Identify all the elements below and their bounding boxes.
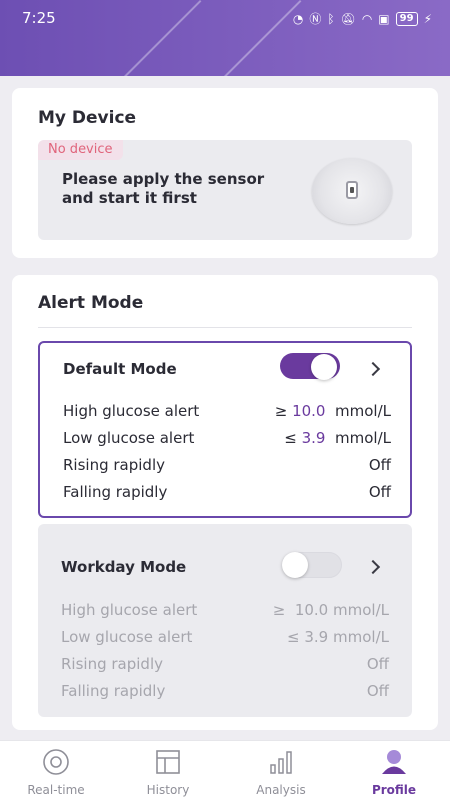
mute-icon: 🔕︎ (340, 11, 356, 26)
nav-item-analysis[interactable]: Analysis (225, 747, 337, 797)
row-unit: mmol/L (333, 628, 389, 646)
alert-row-rising: Rising rapidly Off (63, 456, 391, 476)
nav-label: Real-time (27, 783, 85, 797)
row-label: Low glucose alert (61, 628, 193, 646)
row-number: 10.0 (294, 601, 329, 619)
mode-toggle-workday[interactable] (282, 552, 342, 578)
row-value: ≤ 3.9 mmol/L (287, 628, 389, 646)
charging-icon: ⚡︎ (423, 11, 432, 26)
bluetooth-icon: ᛒ (327, 11, 335, 26)
row-label: High glucose alert (63, 402, 200, 420)
row-value: ≥ 10.0 mmol/L (273, 601, 389, 619)
row-unit: mmol/L (333, 601, 389, 619)
device-status-box[interactable]: No device Please apply the sensor and st… (38, 140, 412, 240)
nav-item-history[interactable]: History (112, 747, 224, 797)
row-operator: ≥ (272, 601, 286, 619)
profile-icon (382, 750, 406, 774)
row-operator: ≤ (287, 628, 300, 646)
status-time: 7:25 (22, 9, 56, 27)
realtime-icon (43, 749, 69, 775)
alert-row-falling: Falling rapidly Off (61, 682, 389, 702)
battery-indicator: 99 (395, 11, 418, 26)
row-value: ≥ 10.0 mmol/L (275, 402, 391, 420)
mode-card-default[interactable]: Default Mode High glucose alert ≥ 10.0 m… (38, 341, 412, 518)
nav-label: History (146, 783, 190, 797)
nav-label: Profile (371, 783, 417, 797)
alert-row-low: Low glucose alert ≤ 3.9 mmol/L (61, 628, 389, 648)
row-label: High glucose alert (61, 601, 198, 619)
row-label: Rising rapidly (61, 655, 163, 673)
nfc-icon: Ⓝ (309, 12, 322, 26)
row-number: 3.9 (301, 429, 326, 447)
alert-mode-card: Alert Mode Default Mode High glucose ale… (12, 275, 438, 730)
sensor-image (312, 158, 392, 224)
row-label: Rising rapidly (63, 456, 165, 474)
wifi-icon: ◠ (361, 11, 373, 26)
chevron-right-icon[interactable] (365, 361, 381, 377)
history-icon (156, 750, 180, 774)
alert-row-high: High glucose alert ≥ 10.0 mmol/L (63, 402, 391, 422)
status-icons: ◔ Ⓝ ᛒ 🔕︎ ◠ ▣ 99 ⚡︎ (293, 10, 432, 27)
mode-name: Workday Mode (61, 558, 187, 576)
row-unit: mmol/L (335, 402, 391, 420)
sensor-chip-graphic (346, 181, 358, 199)
mode-card-workday[interactable]: Workday Mode High glucose alert ≥ 10.0 m… (38, 524, 412, 717)
row-label: Falling rapidly (63, 483, 168, 501)
bottom-nav: Real-time History Analysis Profile (0, 740, 450, 800)
row-value: Off (368, 456, 391, 474)
alert-row-rising: Rising rapidly Off (61, 655, 389, 675)
row-value: Off (368, 483, 391, 501)
chevron-right-icon[interactable] (365, 559, 381, 575)
row-value: ≤ 3.9 mmol/L (284, 429, 391, 447)
toggle-knob (311, 354, 337, 380)
device-card-title: My Device (38, 108, 137, 128)
alert-icon: ▣ (378, 11, 390, 26)
row-value: Off (366, 655, 389, 673)
no-device-badge: No device (38, 140, 123, 160)
nav-item-profile[interactable]: Profile (338, 747, 450, 797)
row-number: 10.0 (292, 402, 326, 420)
divider (38, 327, 412, 328)
nav-item-realtime[interactable]: Real-time (0, 747, 112, 797)
row-operator: ≤ (284, 429, 297, 447)
status-bar: 7:25 ◔ Ⓝ ᛒ 🔕︎ ◠ ▣ 99 ⚡︎ (0, 0, 450, 36)
header-banner: 7:25 ◔ Ⓝ ᛒ 🔕︎ ◠ ▣ 99 ⚡︎ (0, 0, 450, 76)
row-operator: ≥ (274, 402, 288, 420)
alert-row-low: Low glucose alert ≤ 3.9 mmol/L (63, 429, 391, 449)
row-label: Low glucose alert (63, 429, 195, 447)
row-label: Falling rapidly (61, 682, 166, 700)
row-number: 3.9 (304, 628, 329, 646)
row-unit: mmol/L (335, 429, 391, 447)
alert-row-high: High glucose alert ≥ 10.0 mmol/L (61, 601, 389, 621)
toggle-knob (282, 552, 308, 578)
speed-icon: ◔ (292, 11, 304, 26)
analysis-icon (270, 751, 292, 774)
row-value: Off (366, 682, 389, 700)
nav-label: Analysis (256, 783, 306, 797)
mode-name: Default Mode (63, 360, 177, 378)
alert-mode-title: Alert Mode (38, 293, 144, 313)
mode-toggle-default[interactable] (280, 353, 340, 380)
device-message: Please apply the sensor and start it fir… (62, 170, 265, 207)
device-card: My Device No device Please apply the sen… (12, 88, 438, 258)
alert-row-falling: Falling rapidly Off (63, 483, 391, 503)
